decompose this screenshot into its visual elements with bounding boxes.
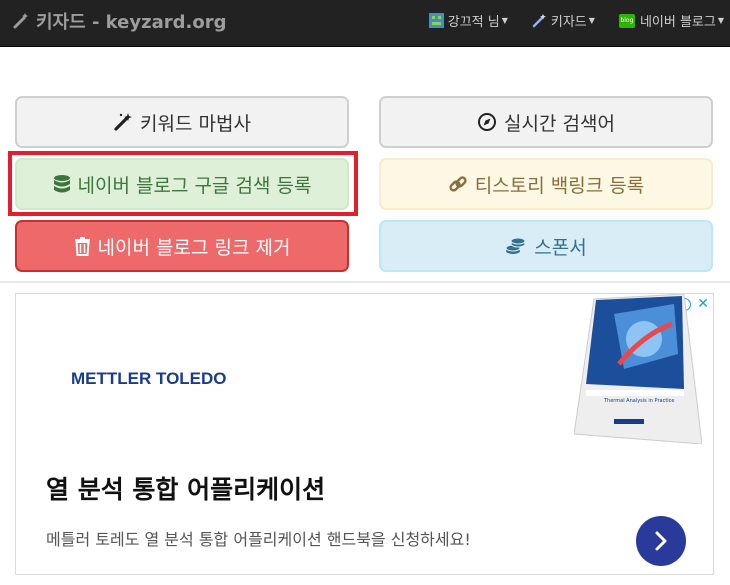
realtime-search-button[interactable]: 실시간 검색어: [379, 96, 713, 148]
tistory-backlink-button[interactable]: 티스토리 백링크 등록: [379, 158, 713, 210]
nav-keyzard-menu[interactable]: 키자드 ▼: [532, 11, 595, 30]
brand-title: 키자드 - keyzard.org: [36, 11, 227, 33]
ad-open-button[interactable]: [636, 516, 686, 566]
book-title-text: Thermal Analysis in Practice: [603, 398, 675, 404]
link-icon: [449, 176, 467, 192]
advertiser-logo: METTLER TOLEDO: [71, 369, 227, 388]
coins-icon: [505, 237, 526, 254]
nav-blog-label: 네이버 블로그: [639, 15, 716, 30]
keyword-wizard-label: 키워드 마법사: [140, 112, 251, 135]
caret-down-icon: ▼: [588, 16, 595, 25]
tistory-backlink-label: 티스토리 백링크 등록: [474, 174, 645, 197]
highlight-annotation-box: [8, 151, 358, 216]
nav-user-menu[interactable]: 강끄적 님 ▼: [428, 11, 508, 30]
advertisement-banner[interactable]: METTLER TOLEDO i ✕ Thermal Analysis in P…: [15, 293, 714, 575]
nav-blog-menu[interactable]: blog 네이버 블로그 ▼: [618, 11, 724, 30]
compass-icon: [478, 113, 497, 131]
nav-keyzard-label: 키자드: [550, 15, 587, 30]
magic-wand-icon: [13, 12, 28, 28]
realtime-search-label: 실시간 검색어: [504, 112, 615, 135]
nav-user-label: 강끄적 님: [447, 15, 500, 30]
top-navbar: 키자드 - keyzard.org 강끄적 님 ▼ 키자드 ▼ blog 네이버…: [0, 0, 730, 47]
sponsor-button[interactable]: 스폰서: [379, 220, 713, 272]
section-divider: [0, 281, 730, 283]
naver-link-remove-button[interactable]: 네이버 블로그 링크 제거: [15, 220, 349, 272]
sponsor-label: 스폰서: [534, 236, 587, 259]
ad-headline[interactable]: 열 분석 통합 어플리케이션: [46, 470, 325, 506]
caret-down-icon: ▼: [717, 16, 724, 25]
brand-link[interactable]: 키자드 - keyzard.org: [12, 0, 226, 41]
user-avatar-icon: [428, 13, 444, 28]
book-cover-image: Thermal Analysis in Practice: [574, 294, 702, 444]
magic-wand-icon: [532, 14, 546, 28]
chevron-right-icon: [655, 531, 667, 551]
caret-down-icon: ▼: [501, 16, 508, 25]
magic-wand-icon: [114, 113, 133, 131]
ad-description[interactable]: 메틀러 토레도 열 분석 통합 어플리케이션 핸드북을 신청하세요!: [46, 526, 471, 550]
blog-icon: blog: [618, 13, 635, 28]
trash-icon: [74, 237, 90, 256]
keyword-wizard-button[interactable]: 키워드 마법사: [15, 96, 349, 148]
naver-link-remove-label: 네이버 블로그 링크 제거: [97, 236, 291, 259]
